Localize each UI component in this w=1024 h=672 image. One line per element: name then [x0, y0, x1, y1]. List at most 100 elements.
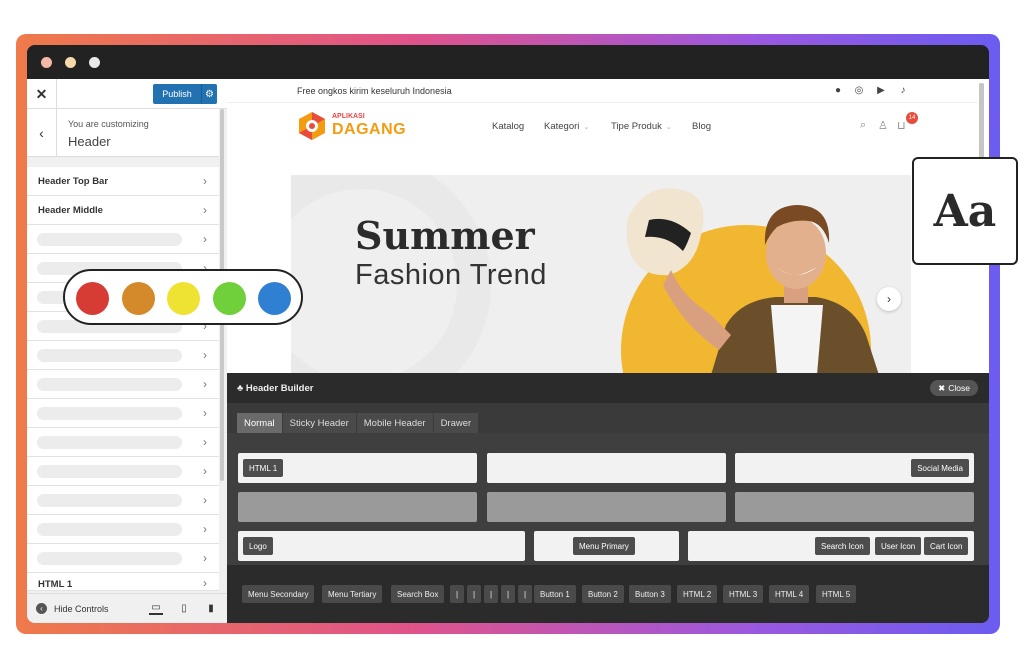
close-icon: ✖	[938, 382, 946, 393]
chevron-down-icon: ⌄	[665, 124, 672, 131]
available-item[interactable]: HTML 5	[816, 585, 857, 603]
nav-katalog[interactable]: Katalog	[492, 121, 524, 132]
user-icon[interactable]: ♙	[878, 119, 888, 132]
search-icon[interactable]: ⌕	[860, 119, 866, 132]
window-close-dot[interactable]	[41, 57, 52, 68]
typography-sample: Aa	[933, 185, 997, 237]
sidebar-item-placeholder[interactable]: ›	[27, 457, 219, 486]
available-item[interactable]: |	[467, 585, 482, 603]
color-swatch-orange[interactable]	[122, 282, 155, 315]
sidebar-item-label: Header Middle	[38, 205, 103, 216]
sidebar-item-header-top-bar[interactable]: Header Top Bar ›	[27, 167, 219, 196]
brand-logo-icon[interactable]	[297, 111, 327, 141]
available-item[interactable]: Button 2	[582, 585, 624, 603]
available-item[interactable]: |	[518, 585, 533, 603]
tab-drawer[interactable]: Drawer	[433, 413, 480, 433]
sidebar-item-placeholder[interactable]: ›	[27, 225, 219, 254]
nav-blog[interactable]: Blog	[692, 121, 711, 132]
sidebar-item-placeholder[interactable]: ›	[27, 370, 219, 399]
sidebar-item-placeholder[interactable]: ›	[27, 399, 219, 428]
publish-button[interactable]: Publish	[153, 84, 201, 104]
available-item[interactable]: Button 1	[534, 585, 576, 603]
mobile-preview-icon[interactable]: ▮	[204, 601, 218, 615]
hide-controls-icon[interactable]: ‹	[36, 603, 47, 614]
color-swatch-blue[interactable]	[258, 282, 291, 315]
top-row-right-slot[interactable]: Social Media	[735, 453, 974, 483]
placeholder-bar	[37, 378, 182, 391]
tablet-preview-icon[interactable]: ▯	[177, 601, 191, 615]
builder-item-html-1[interactable]: HTML 1	[243, 459, 284, 477]
window-zoom-dot[interactable]	[89, 57, 100, 68]
chevron-right-icon: ›	[203, 348, 207, 362]
nav-label: Kategori	[544, 121, 580, 132]
desktop-preview-icon[interactable]: ▭	[149, 601, 163, 615]
tab-normal[interactable]: Normal	[237, 413, 283, 433]
available-item[interactable]: |	[484, 585, 499, 603]
builder-item-user-icon[interactable]: User Icon	[875, 537, 922, 555]
top-row-center-slot[interactable]	[487, 453, 726, 483]
placeholder-bar	[37, 436, 182, 449]
placeholder-bar	[37, 494, 182, 507]
close-builder-label: Close	[948, 383, 970, 393]
close-icon[interactable]: ✕	[27, 79, 57, 109]
header-builder-grid: HTML 1 Social Media Logo Menu Primary Se…	[227, 433, 989, 565]
builder-item-menu-primary[interactable]: Menu Primary	[573, 537, 635, 555]
instagram-icon[interactable]: ◎	[852, 83, 866, 97]
sidebar-item-placeholder[interactable]: ›	[27, 341, 219, 370]
cart-icon[interactable]: ⊔	[897, 119, 906, 132]
gear-icon[interactable]: ⚙	[201, 84, 217, 104]
sidebar-item-placeholder[interactable]: ›	[27, 544, 219, 573]
available-item[interactable]: HTML 2	[677, 585, 718, 603]
section-title: Header	[68, 134, 111, 149]
nav-label: Blog	[692, 121, 712, 132]
middle-row-right-slot[interactable]	[735, 492, 974, 522]
sidebar-item-label: Header Top Bar	[38, 176, 109, 187]
color-swatch-green[interactable]	[213, 282, 246, 315]
window-minimize-dot[interactable]	[65, 57, 76, 68]
color-swatch-yellow[interactable]	[167, 282, 200, 315]
available-item[interactable]: HTML 3	[723, 585, 764, 603]
available-item[interactable]: |	[450, 585, 465, 603]
sidebar-item-html-1[interactable]: HTML 1 ›	[27, 573, 219, 591]
builder-item-social-media[interactable]: Social Media	[911, 459, 969, 477]
typography-card[interactable]: Aa	[912, 157, 1018, 265]
available-item[interactable]: Button 3	[629, 585, 671, 603]
nav-label: Tipe Produk	[611, 121, 662, 132]
color-palette-popout	[63, 269, 303, 325]
sidebar-item-header-middle[interactable]: Header Middle ›	[27, 196, 219, 225]
chevron-right-icon: ›	[203, 576, 207, 590]
sidebar-item-placeholder[interactable]: ›	[27, 486, 219, 515]
available-item[interactable]: HTML 4	[769, 585, 810, 603]
color-swatch-red[interactable]	[76, 282, 109, 315]
main-row-right-slot[interactable]: Search Icon User Icon Cart Icon	[688, 531, 974, 561]
available-item[interactable]: Menu Tertiary	[322, 585, 383, 603]
tab-sticky-header[interactable]: Sticky Header	[282, 413, 357, 433]
builder-item-cart-icon[interactable]: Cart Icon	[924, 537, 969, 555]
sidebar-item-placeholder[interactable]: ›	[27, 428, 219, 457]
back-arrow-icon[interactable]: ‹	[27, 109, 57, 157]
hide-controls-button[interactable]: Hide Controls	[54, 604, 109, 614]
middle-row-center-slot[interactable]	[487, 492, 726, 522]
header-builder-title-text: Header Builder	[245, 383, 314, 394]
sidebar-item-placeholder[interactable]: ›	[27, 515, 219, 544]
tiktok-icon[interactable]: ♪	[896, 83, 910, 97]
builder-item-logo[interactable]: Logo	[243, 537, 273, 555]
placeholder-bar	[37, 233, 182, 246]
nav-tipe-produk[interactable]: Tipe Produk ⌄	[611, 121, 672, 132]
tab-mobile-header[interactable]: Mobile Header	[356, 413, 434, 433]
logo-text[interactable]: DAGANG	[332, 121, 406, 139]
main-row-left-slot[interactable]: Logo	[238, 531, 525, 561]
middle-row-left-slot[interactable]	[238, 492, 477, 522]
nav-kategori[interactable]: Kategori ⌄	[544, 121, 589, 132]
top-row-left-slot[interactable]: HTML 1	[238, 453, 477, 483]
main-row-center-slot[interactable]: Menu Primary	[534, 531, 679, 561]
facebook-icon[interactable]: ●	[831, 83, 845, 97]
placeholder-bar	[37, 407, 182, 420]
carousel-next-button[interactable]: ›	[877, 287, 901, 311]
available-item[interactable]: |	[501, 585, 516, 603]
youtube-icon[interactable]: ▶	[874, 83, 888, 97]
available-item[interactable]: Search Box	[391, 585, 445, 603]
builder-item-search-icon[interactable]: Search Icon	[815, 537, 870, 555]
close-builder-button[interactable]: ✖ Close	[930, 380, 978, 396]
available-item[interactable]: Menu Secondary	[242, 585, 315, 603]
